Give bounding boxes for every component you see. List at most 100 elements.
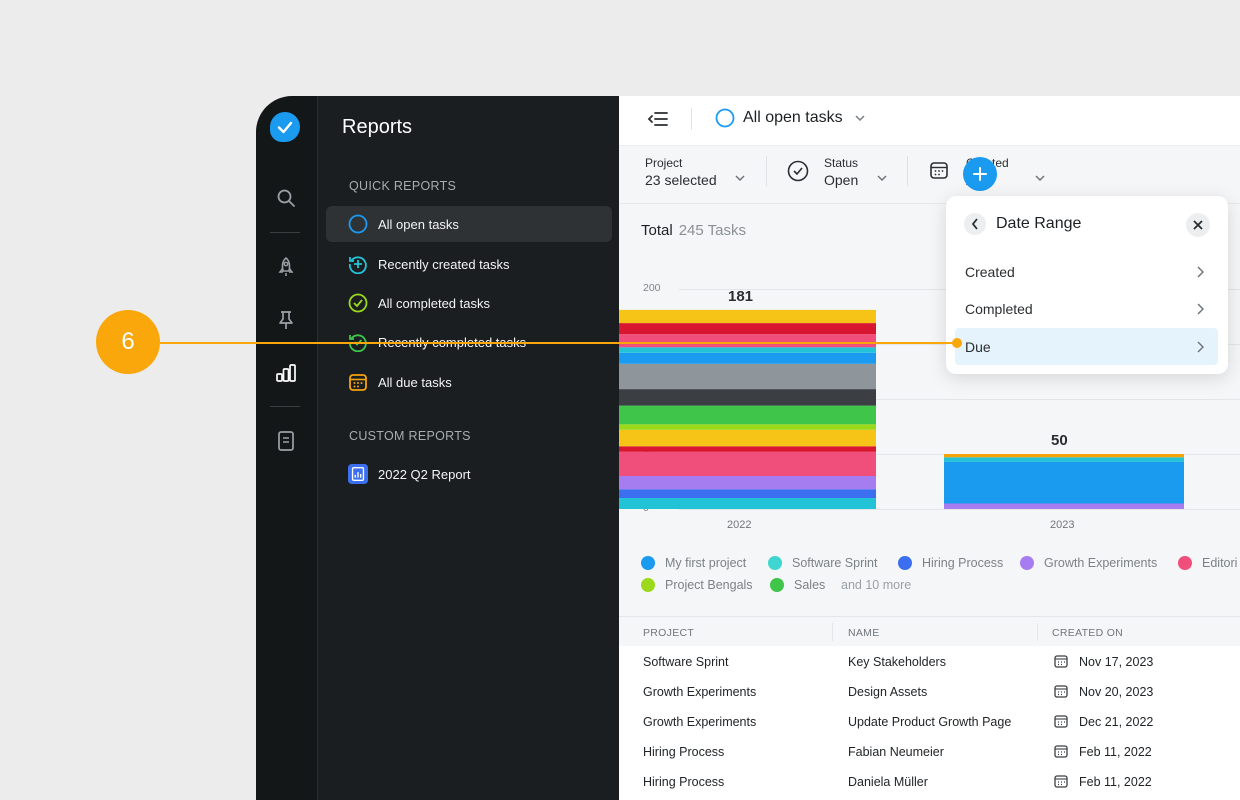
legend-label: Project Bengals bbox=[665, 578, 753, 592]
open-circle-icon bbox=[348, 214, 368, 234]
pin-icon[interactable] bbox=[273, 307, 299, 333]
cell-created-on: Nov 17, 2023 bbox=[1079, 655, 1154, 669]
chevron-right-icon bbox=[1197, 265, 1205, 281]
legend-item[interactable]: Software Sprint bbox=[768, 556, 877, 570]
legend-item[interactable]: Hiring Process bbox=[898, 556, 1003, 570]
x-tick-label: 2022 bbox=[727, 519, 752, 531]
bar-segment[interactable] bbox=[619, 334, 876, 348]
legend-swatch bbox=[641, 578, 655, 592]
cell-project[interactable]: Growth Experiments bbox=[643, 685, 756, 699]
recent-add-icon bbox=[348, 254, 368, 274]
bar-segment[interactable] bbox=[619, 347, 876, 353]
bar-segment[interactable] bbox=[619, 476, 876, 490]
column-header-name[interactable]: NAME bbox=[848, 627, 880, 639]
quick-reports-heading: QUICK REPORTS bbox=[349, 179, 457, 193]
app-logo-icon[interactable] bbox=[270, 112, 300, 142]
sidebar-item-label: 2022 Q2 Report bbox=[378, 466, 471, 482]
column-header-project[interactable]: PROJECT bbox=[643, 627, 694, 639]
close-icon[interactable] bbox=[1186, 213, 1210, 237]
callout-dot bbox=[952, 338, 962, 348]
legend-label: Sales bbox=[794, 578, 826, 592]
dropdown-title: Date Range bbox=[996, 215, 1082, 232]
custom-reports-heading: CUSTOM REPORTS bbox=[349, 429, 471, 443]
option-due[interactable]: Due bbox=[955, 328, 1218, 365]
sidebar-item-label: All completed tasks bbox=[378, 295, 490, 311]
legend-more-link[interactable]: and 10 more bbox=[841, 578, 911, 592]
bar-segment[interactable] bbox=[619, 498, 876, 509]
app-window: Reports QUICK REPORTS All open tasks Rec… bbox=[256, 96, 1240, 800]
date-range-dropdown: Date Range Created Completed Due bbox=[946, 196, 1228, 374]
sidebar-item-2022-q2-report[interactable]: 2022 Q2 Report bbox=[326, 456, 612, 492]
bar-segment[interactable] bbox=[619, 389, 876, 406]
legend-label: Hiring Process bbox=[922, 556, 1004, 570]
column-divider bbox=[1037, 623, 1038, 641]
legend-swatch bbox=[768, 556, 782, 570]
dropdown-header: Date Range bbox=[964, 213, 1081, 235]
sidebar-item-label: Recently created tasks bbox=[378, 256, 510, 272]
calendar-icon bbox=[1054, 714, 1068, 731]
legend-swatch bbox=[770, 578, 784, 592]
column-divider bbox=[832, 623, 833, 641]
table-header: PROJECT NAME CREATED ON bbox=[619, 616, 1240, 646]
bar-segment[interactable] bbox=[944, 503, 1184, 510]
cell-name[interactable]: Update Product Growth Page bbox=[848, 715, 1011, 729]
sidebar-item-all-completed[interactable]: All completed tasks bbox=[326, 285, 612, 321]
cell-project[interactable]: Software Sprint bbox=[643, 655, 728, 669]
cell-name[interactable]: Design Assets bbox=[848, 685, 927, 699]
bar-segment[interactable] bbox=[619, 429, 876, 447]
callout-line bbox=[160, 342, 957, 344]
check-circle-icon bbox=[348, 293, 368, 313]
legend-swatch bbox=[898, 556, 912, 570]
calendar-icon bbox=[348, 372, 368, 392]
legend-item[interactable]: Project Bengals bbox=[641, 578, 753, 592]
sidebar-item-recently-created[interactable]: Recently created tasks bbox=[326, 246, 612, 282]
report-icon bbox=[348, 464, 368, 484]
notes-icon[interactable] bbox=[273, 428, 299, 454]
option-label: Created bbox=[965, 263, 1015, 280]
legend-item[interactable]: Sales bbox=[770, 578, 825, 592]
sidebar-item-all-open-tasks[interactable]: All open tasks bbox=[326, 206, 612, 242]
cell-project[interactable]: Growth Experiments bbox=[643, 715, 756, 729]
bar-segment[interactable] bbox=[619, 489, 876, 498]
bar-segment[interactable] bbox=[944, 461, 1184, 504]
calendar-icon bbox=[1054, 684, 1068, 701]
cell-name[interactable]: Fabian Neumeier bbox=[848, 745, 944, 759]
bar-segment[interactable] bbox=[944, 454, 1184, 458]
cell-created-on: Dec 21, 2022 bbox=[1079, 715, 1154, 729]
back-chevron-icon[interactable] bbox=[964, 213, 986, 235]
bar-segment[interactable] bbox=[619, 451, 876, 476]
x-tick-label: 2023 bbox=[1050, 519, 1075, 531]
legend-item[interactable]: My first project bbox=[641, 556, 746, 570]
bar-segment[interactable] bbox=[619, 446, 876, 452]
bar-segment[interactable] bbox=[619, 323, 876, 335]
chevron-right-icon bbox=[1197, 302, 1205, 318]
sidebar-title: Reports bbox=[342, 116, 413, 138]
option-created[interactable]: Created bbox=[955, 253, 1218, 290]
bar-segment[interactable] bbox=[619, 405, 876, 425]
legend-item[interactable]: Growth Experiments bbox=[1020, 556, 1157, 570]
legend-swatch bbox=[1178, 556, 1192, 570]
bar-segment[interactable] bbox=[619, 363, 876, 390]
bar-segment[interactable] bbox=[944, 457, 1184, 462]
bar-segment[interactable] bbox=[619, 424, 876, 430]
sidebar-item-all-due[interactable]: All due tasks bbox=[326, 364, 612, 400]
legend-swatch bbox=[641, 556, 655, 570]
cell-project[interactable]: Hiring Process bbox=[643, 775, 724, 789]
option-label: Due bbox=[965, 338, 991, 355]
reports-chart-icon[interactable] bbox=[273, 360, 299, 386]
bar-segment[interactable] bbox=[619, 352, 876, 364]
cell-name[interactable]: Daniela Müller bbox=[848, 775, 928, 789]
rail-divider bbox=[270, 232, 300, 233]
legend-item[interactable]: Editori bbox=[1178, 556, 1237, 570]
chevron-right-icon bbox=[1197, 340, 1205, 356]
search-icon[interactable] bbox=[273, 185, 299, 211]
column-header-created-on[interactable]: CREATED ON bbox=[1052, 627, 1123, 639]
option-label: Completed bbox=[965, 300, 1033, 317]
bar-segment[interactable] bbox=[619, 309, 876, 324]
cell-name[interactable]: Key Stakeholders bbox=[848, 655, 946, 669]
cell-created-on: Feb 11, 2022 bbox=[1079, 745, 1152, 759]
rocket-icon[interactable] bbox=[273, 254, 299, 280]
rail-divider bbox=[270, 406, 300, 407]
option-completed[interactable]: Completed bbox=[955, 290, 1218, 327]
cell-project[interactable]: Hiring Process bbox=[643, 745, 724, 759]
